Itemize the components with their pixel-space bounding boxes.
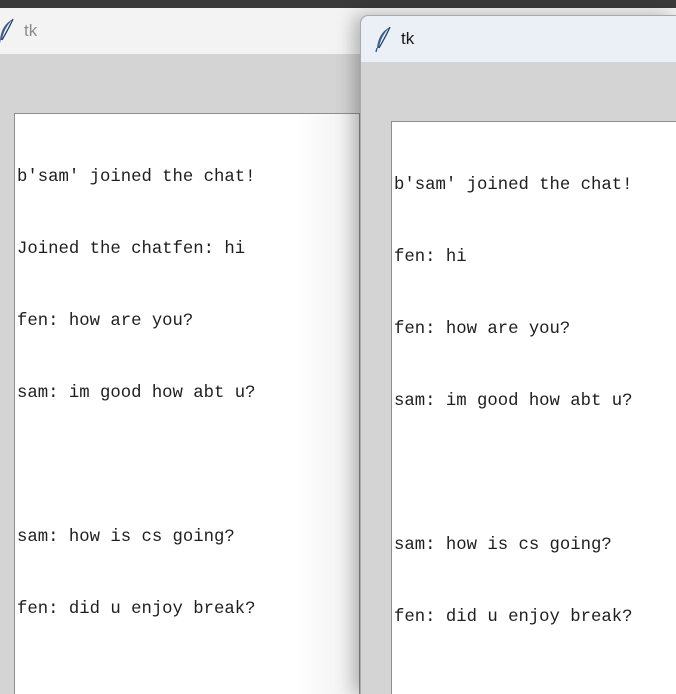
chat-log-lines: b'sam' joined the chat! Joined the chatf… (15, 114, 359, 670)
title-bar[interactable]: tk (361, 16, 676, 62)
chat-log-textarea[interactable]: b'sam' joined the chat! fen: hi fen: how… (391, 121, 676, 694)
chat-line: sam: how is cs going? (17, 528, 235, 547)
desktop-top-strip (0, 0, 676, 8)
chat-line: fen: did u enjoy break? (394, 608, 633, 627)
chat-window-front[interactable]: tk b'sam' joined the chat! fen: hi fen: … (360, 15, 676, 694)
chat-line: fen: hi (394, 248, 467, 267)
chat-log-lines: b'sam' joined the chat! fen: hi fen: how… (392, 122, 676, 678)
chat-log-textarea[interactable]: b'sam' joined the chat! Joined the chatf… (14, 113, 360, 694)
chat-line: sam: im good how abt u? (394, 392, 633, 411)
chat-line: sam: im good how abt u? (17, 384, 256, 403)
feather-icon (373, 25, 395, 53)
chat-line: fen: how are you? (17, 312, 194, 331)
feather-icon (0, 17, 18, 45)
chat-line (394, 462, 676, 486)
window-title: tk (24, 21, 38, 40)
chat-line: b'sam' joined the chat! (394, 176, 633, 195)
chat-line: fen: how are you? (394, 320, 571, 339)
chat-line (17, 454, 359, 478)
chat-line: b'sam' joined the chat! (17, 168, 256, 187)
chat-line: sam: how is cs going? (394, 536, 612, 555)
chat-line: fen: did u enjoy break? (17, 600, 256, 619)
window-title: tk (401, 29, 415, 48)
chat-line: Joined the chatfen: hi (17, 240, 246, 259)
